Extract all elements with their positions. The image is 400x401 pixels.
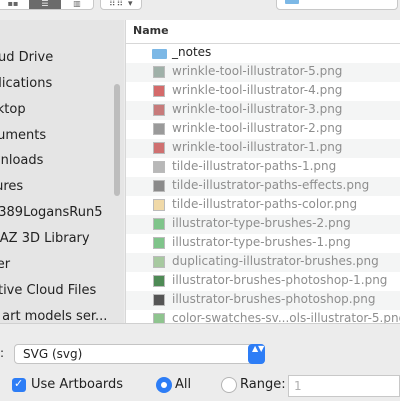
sidebar-item-desktop[interactable]: sktop	[0, 98, 26, 122]
all-radio[interactable]	[156, 377, 172, 393]
sidebar-item-documents[interactable]: cuments	[0, 124, 46, 148]
format-value: SVG (svg)	[23, 347, 83, 361]
image-file-icon	[153, 237, 165, 249]
list-item[interactable]: illustrator-brushes-photoshop.png	[126, 291, 400, 310]
sidebar-scrollbar[interactable]	[114, 84, 120, 196]
toolbar: ▪▪ ☰ ▥ ⠿⠿ ▾ illustrator	[0, 0, 400, 20]
sidebar-item-user[interactable]: ser	[0, 253, 10, 277]
file-name: tilde-illustrator-paths-1.png	[172, 159, 337, 173]
image-file-icon	[153, 256, 165, 268]
image-file-icon	[153, 85, 165, 97]
list-view-button[interactable]: ☰	[29, 0, 61, 9]
image-file-icon	[153, 180, 165, 192]
sidebar-item-applications[interactable]: plications	[0, 72, 52, 96]
file-name: illustrator-brushes-photoshop.png	[172, 292, 376, 306]
image-file-icon	[153, 104, 165, 116]
list-view-icon: ☰	[41, 0, 49, 8]
list-item[interactable]: illustrator-brushes-photoshop-1.png	[126, 272, 400, 291]
range-radio[interactable]	[221, 377, 237, 393]
column-view-button[interactable]: ▥	[61, 0, 93, 9]
range-label: Range:	[240, 377, 286, 392]
file-name: wrinkle-tool-illustrator-1.png	[172, 140, 343, 154]
image-file-icon	[153, 275, 165, 287]
list-item[interactable]: color-swatches-sv...ols-illustrator-5.pn…	[126, 310, 400, 323]
image-file-icon	[153, 218, 165, 230]
file-list: Name _notes wrinkle-tool-illustrator-5.pn…	[125, 20, 400, 323]
column-view-icon: ▥	[73, 0, 81, 8]
file-name: wrinkle-tool-illustrator-4.png	[172, 83, 343, 97]
folder-icon	[285, 0, 299, 4]
file-name: _notes	[172, 45, 212, 59]
file-name: illustrator-brushes-photoshop-1.png	[172, 273, 388, 287]
sidebar-item-creative-cloud-files[interactable]: ative Cloud Files	[0, 279, 96, 303]
name-column-header[interactable]: Name	[126, 20, 400, 44]
list-item[interactable]: wrinkle-tool-illustrator-1.png	[126, 139, 400, 158]
view-mode-segmented-control: ▪▪ ☰ ▥	[0, 0, 94, 10]
range-input[interactable]: 1	[288, 375, 400, 397]
image-file-icon	[153, 161, 165, 173]
range-value: 1	[294, 379, 302, 393]
arrange-button[interactable]: ⠿⠿ ▾	[100, 0, 142, 10]
list-item[interactable]: illustrator-type-brushes-1.png	[126, 234, 400, 253]
location-label: illustrator	[303, 0, 361, 3]
file-name: illustrator-type-brushes-2.png	[172, 216, 351, 230]
list-item[interactable]: duplicating-illustrator-brushes.png	[126, 253, 400, 272]
list-item[interactable]: tilde-illustrator-paths-color.png	[126, 196, 400, 215]
name-column-label: Name	[133, 24, 169, 37]
export-options: : SVG (svg) ▲▼ ✓ Use Artboards All Range…	[0, 323, 400, 401]
list-item[interactable]: wrinkle-tool-illustrator-4.png	[126, 82, 400, 101]
image-file-icon	[153, 294, 165, 306]
file-name: duplicating-illustrator-brushes.png	[172, 254, 379, 268]
sidebar-item-logansrun[interactable]: b389LogansRun5	[0, 201, 102, 225]
list-item[interactable]: wrinkle-tool-illustrator-2.png	[126, 120, 400, 139]
chevron-updown-icon[interactable]: ▲▼	[248, 344, 265, 364]
arrange-icon: ⠿⠿ ▾	[109, 0, 134, 9]
sidebar-item-daz-3d-library[interactable]: DAZ 3D Library	[0, 227, 90, 251]
icon-view-icon: ▪▪	[7, 0, 19, 8]
use-artboards-label: Use Artboards	[31, 377, 124, 392]
file-name: tilde-illustrator-paths-color.png	[172, 197, 358, 211]
all-label: All	[175, 377, 192, 392]
list-item[interactable]: illustrator-type-brushes-2.png	[126, 215, 400, 234]
sidebar: oud Drive plications sktop cuments wnloa…	[0, 20, 124, 323]
format-label: :	[0, 346, 5, 360]
file-name: wrinkle-tool-illustrator-5.png	[172, 64, 343, 78]
image-file-icon	[153, 66, 165, 78]
image-file-icon	[153, 142, 165, 154]
sidebar-item-art-models-server[interactable]: e art models ser...	[0, 305, 107, 323]
list-item[interactable]: tilde-illustrator-paths-effects.png	[126, 177, 400, 196]
file-name: illustrator-type-brushes-1.png	[172, 235, 351, 249]
list-item[interactable]: wrinkle-tool-illustrator-5.png	[126, 63, 400, 82]
file-name: wrinkle-tool-illustrator-2.png	[172, 121, 343, 135]
list-item[interactable]: tilde-illustrator-paths-1.png	[126, 158, 400, 177]
checkmark-icon: ✓	[14, 377, 24, 390]
format-select[interactable]: SVG (svg) ▲▼	[14, 344, 265, 364]
list-item[interactable]: _notes	[126, 44, 400, 63]
folder-icon	[152, 49, 167, 59]
location-popup[interactable]: illustrator	[276, 0, 398, 10]
sidebar-item-downloads[interactable]: wnloads	[0, 149, 43, 173]
sidebar-item-pictures[interactable]: tures	[0, 175, 23, 199]
file-name: wrinkle-tool-illustrator-3.png	[172, 102, 343, 116]
image-file-icon	[153, 313, 165, 323]
icon-view-button[interactable]: ▪▪	[0, 0, 29, 9]
file-name: color-swatches-sv...ols-illustrator-5.pn…	[172, 311, 400, 323]
use-artboards-checkbox[interactable]: ✓	[12, 377, 26, 392]
file-name: tilde-illustrator-paths-effects.png	[172, 178, 370, 192]
list-item[interactable]: wrinkle-tool-illustrator-3.png	[126, 101, 400, 120]
image-file-icon	[153, 199, 165, 211]
sidebar-item-icloud-drive[interactable]: oud Drive	[0, 46, 53, 70]
image-file-icon	[153, 123, 165, 135]
